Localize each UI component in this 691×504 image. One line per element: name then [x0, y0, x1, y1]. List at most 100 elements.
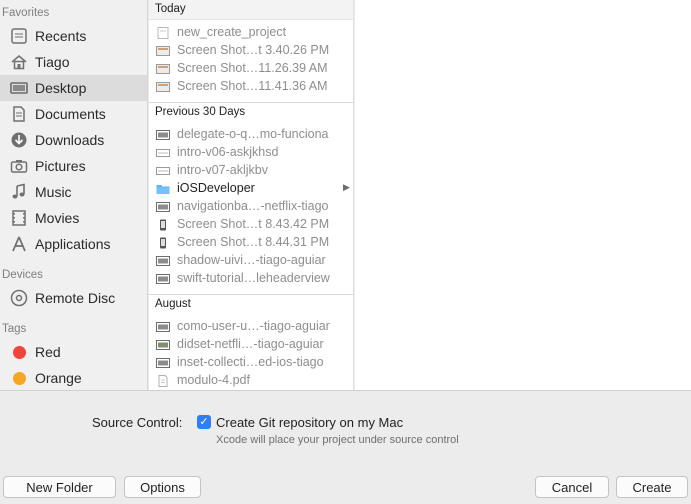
sidebar-item-label: Red: [35, 344, 61, 360]
sidebar-item-remote-disc[interactable]: Remote Disc: [0, 285, 147, 311]
sidebar-item-pictures[interactable]: Pictures: [0, 153, 147, 179]
camera-icon: [10, 160, 28, 173]
image-file-icon: [156, 130, 170, 140]
file-name: delegate-o-q…mo-funciona: [177, 127, 329, 141]
applications-icon: [12, 236, 26, 252]
sidebar-item-tag-red[interactable]: Red: [0, 339, 147, 365]
orange-tag-dot-icon: [13, 372, 26, 385]
sidebar-item-desktop[interactable]: Desktop: [0, 75, 147, 101]
file-name: Screen Shot…11.41.36 AM: [177, 79, 328, 93]
devices-header: Devices: [2, 269, 43, 281]
file-item[interactable]: navigationba…-netflix-tiago: [149, 198, 353, 216]
image-file-icon: [156, 358, 170, 368]
sidebar-item-downloads[interactable]: Downloads: [0, 127, 147, 153]
file-name: inset-collecti…ed-ios-tiago: [177, 355, 324, 369]
create-git-repo-checkbox[interactable]: ✓: [197, 415, 211, 429]
recents-icon: [11, 28, 27, 44]
sidebar-item-recents[interactable]: Recents: [0, 23, 147, 49]
favorites-header: Favorites: [2, 7, 50, 19]
source-control-label: Source Control:: [92, 415, 183, 430]
sidebar-item-label: Applications: [35, 236, 111, 252]
file-item[interactable]: intro-v07-akljkbv: [149, 162, 353, 180]
group-header-previous-30-days: Previous 30 Days: [149, 103, 353, 123]
image-file-icon: [156, 202, 170, 212]
empty-column-pane[interactable]: [355, 0, 691, 390]
downloads-icon: [11, 132, 27, 148]
disc-icon: [10, 289, 28, 307]
documents-icon: [13, 106, 25, 122]
file-name: didset-netfli…-tiago-aguiar: [177, 337, 324, 351]
image-file-icon: [156, 256, 170, 266]
sidebar-item-movies[interactable]: Movies: [0, 205, 147, 231]
sidebar-item-label: Pictures: [35, 158, 86, 174]
screenshot-icon: [156, 46, 170, 56]
file-name: new_create_project: [177, 25, 287, 39]
file-item[interactable]: Screen Shot…11.26.39 AM: [149, 60, 353, 78]
folder-icon: [156, 185, 170, 194]
file-name: Screen Shot…11.26.39 AM: [177, 61, 328, 75]
document-icon: [157, 27, 169, 39]
folder-item-iosdeveloper[interactable]: iOSDeveloper ▶: [149, 180, 353, 198]
phone-screenshot-icon: [160, 237, 166, 249]
file-name: Screen Shot…t 8.43.42 PM: [177, 217, 330, 231]
file-list-column[interactable]: Today new_create_project Screen Shot…t 3…: [149, 0, 354, 390]
file-name: navigationba…-netflix-tiago: [177, 199, 329, 213]
sidebar-item-label: Documents: [35, 106, 106, 122]
file-item[interactable]: shadow-uivi…-tiago-aguiar: [149, 252, 353, 270]
file-name: como-user-u…-tiago-aguiar: [177, 319, 330, 333]
sidebar-item-tiago[interactable]: Tiago: [0, 49, 147, 75]
music-note-icon: [12, 183, 25, 199]
sidebar-item-label: Music: [35, 184, 72, 200]
sidebar-item-label: Remote Disc: [35, 290, 116, 306]
sidebar-item-label: Downloads: [35, 132, 105, 148]
cancel-button[interactable]: Cancel: [535, 476, 609, 498]
new-folder-button[interactable]: New Folder: [3, 476, 116, 498]
file-item[interactable]: como-user-u…-tiago-aguiar: [149, 318, 353, 336]
image-file-icon: [156, 274, 170, 284]
pdf-icon: [158, 375, 168, 387]
group-header-today: Today: [149, 0, 353, 20]
file-name: Screen Shot…t 8.44.31 PM: [177, 235, 330, 249]
file-name: shadow-uivi…-tiago-aguiar: [177, 253, 326, 267]
file-item[interactable]: inset-collecti…ed-ios-tiago: [149, 354, 353, 372]
sidebar-item-documents[interactable]: Documents: [0, 101, 147, 127]
file-item[interactable]: delegate-o-q…mo-funciona: [149, 126, 353, 144]
screenshot-icon: [156, 82, 170, 92]
sidebar-item-music[interactable]: Music: [0, 179, 147, 205]
home-icon: [11, 54, 27, 70]
options-button[interactable]: Options: [124, 476, 201, 498]
red-tag-dot-icon: [13, 346, 26, 359]
video-file-icon: [156, 167, 170, 175]
create-button[interactable]: Create: [616, 476, 688, 498]
sidebar-item-label: Recents: [35, 28, 87, 44]
image-file-icon: [156, 340, 170, 350]
tags-header: Tags: [2, 323, 27, 335]
chevron-right-icon: ▶: [343, 182, 350, 192]
file-item[interactable]: Screen Shot…11.41.36 AM: [149, 78, 353, 96]
film-icon: [12, 210, 26, 226]
sidebar-item-applications[interactable]: Applications: [0, 231, 147, 257]
file-item[interactable]: Screen Shot…t 3.40.26 PM: [149, 42, 353, 60]
file-item[interactable]: didset-netfli…-tiago-aguiar: [149, 336, 353, 354]
file-item[interactable]: intro-v06-askjkhsd: [149, 144, 353, 162]
image-file-icon: [156, 322, 170, 332]
screenshot-icon: [156, 64, 170, 74]
sidebar-item-label: Movies: [35, 210, 80, 226]
file-name: Screen Shot…t 3.40.26 PM: [177, 43, 330, 57]
sidebar-item-tag-orange[interactable]: Orange: [0, 365, 147, 391]
file-name: swift-tutorial…leheaderview: [177, 271, 330, 285]
video-file-icon: [156, 149, 170, 157]
file-name: modulo-4.pdf: [177, 373, 250, 387]
file-item[interactable]: Screen Shot…t 8.43.42 PM: [149, 216, 353, 234]
group-header-august: August: [149, 295, 353, 315]
phone-screenshot-icon: [160, 219, 166, 231]
file-item[interactable]: Screen Shot…t 8.44.31 PM: [149, 234, 353, 252]
file-item[interactable]: swift-tutorial…leheaderview: [149, 270, 353, 288]
sidebar-item-label: Desktop: [35, 80, 87, 96]
file-item[interactable]: new_create_project: [149, 24, 353, 42]
create-git-repo-label[interactable]: Create Git repository on my Mac: [216, 415, 403, 430]
options-panel: Source Control: ✓ Create Git repository …: [0, 390, 691, 504]
sidebar-item-label: Orange: [35, 370, 82, 386]
file-item[interactable]: modulo-4.pdf: [149, 372, 353, 390]
file-name: intro-v06-askjkhsd: [177, 145, 279, 159]
